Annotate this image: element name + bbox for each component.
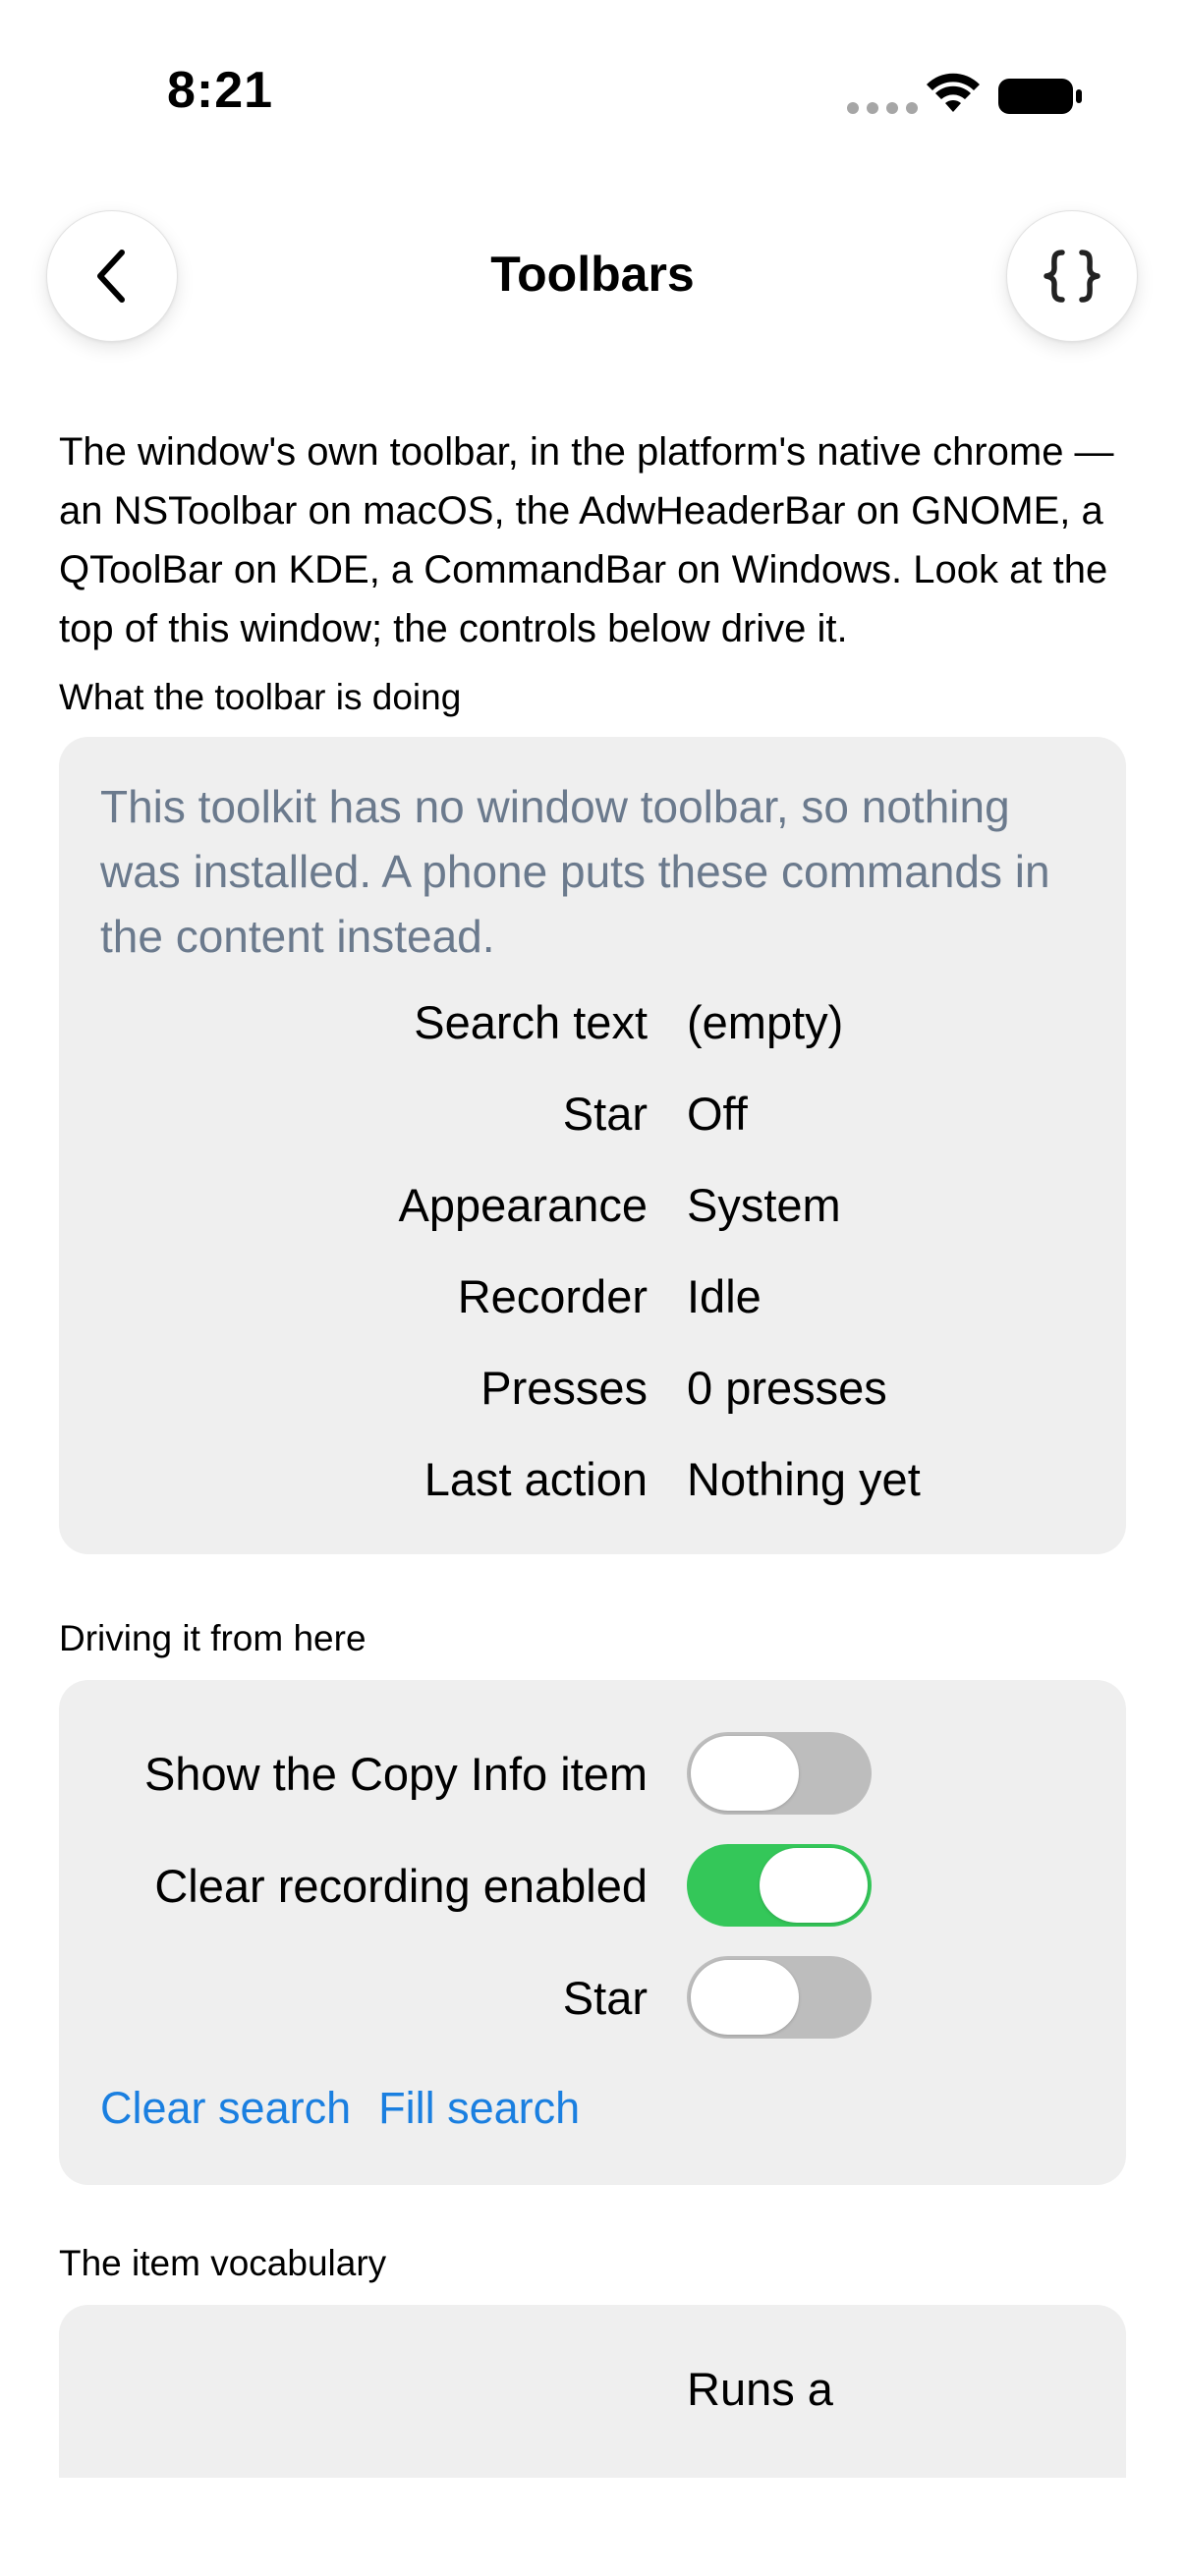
copy-info-switch[interactable] [687, 1732, 872, 1815]
wifi-icon [927, 73, 980, 112]
fill-search-link[interactable]: Fill search [378, 2083, 580, 2134]
status-key: Recorder [457, 1270, 648, 1322]
intro-text: The window's own toolbar, in the platfor… [59, 430, 1114, 650]
status-key: Star [562, 1088, 648, 1140]
status-card: This toolkit has no window toolbar, so n… [59, 737, 1126, 1554]
cellular-signal-icon [847, 102, 918, 114]
code-button[interactable] [1006, 210, 1138, 342]
toggle-row-copy-info: Show the Copy Info item [100, 1717, 1085, 1829]
status-section-label: What the toolbar is doing [59, 677, 462, 717]
controls-section-label: Driving it from here [59, 1618, 367, 1658]
toggle-row-star: Star [100, 1941, 1085, 2053]
vocab-key [100, 2362, 687, 2416]
battery-icon [998, 79, 1082, 114]
status-bar: 8:21 [0, 0, 1185, 187]
clear-recording-switch[interactable] [687, 1844, 872, 1927]
content-scroll[interactable]: The window's own toolbar, in the platfor… [59, 422, 1126, 2478]
status-value: Idle [687, 1270, 762, 1322]
status-value: Off [687, 1088, 748, 1140]
vocab-value: Runs a [687, 2363, 833, 2415]
status-key: Appearance [398, 1179, 648, 1231]
status-key: Presses [480, 1362, 648, 1414]
toggle-label: Clear recording enabled [154, 1859, 648, 1912]
braces-icon [1044, 250, 1100, 303]
star-switch[interactable] [687, 1956, 872, 2039]
clear-search-link[interactable]: Clear search [100, 2083, 351, 2134]
status-row-recorder: Recorder Idle [100, 1251, 1085, 1342]
status-row-search-text: Search text (empty) [100, 977, 1085, 1068]
status-message: This toolkit has no window toolbar, so n… [100, 781, 1050, 962]
status-key: Last action [423, 1453, 648, 1505]
status-time: 8:21 [167, 62, 274, 119]
status-row-last-action: Last action Nothing yet [100, 1433, 1085, 1525]
toggle-label: Show the Copy Info item [143, 1747, 648, 1800]
vocab-row: Runs a [100, 2362, 1085, 2416]
status-row-star: Star Off [100, 1068, 1085, 1159]
status-value: System [687, 1179, 841, 1231]
search-actions: Clear search Fill search [100, 2083, 1085, 2134]
status-value: 0 presses [687, 1362, 887, 1414]
controls-card: Show the Copy Info item Clear recording … [59, 1680, 1126, 2185]
status-value: (empty) [687, 996, 844, 1048]
status-row-presses: Presses 0 presses [100, 1342, 1085, 1433]
status-key: Search text [414, 996, 648, 1048]
status-row-appearance: Appearance System [100, 1159, 1085, 1251]
toggle-label: Star [562, 1971, 648, 2024]
vocab-section-label: The item vocabulary [59, 2243, 387, 2283]
toggle-row-clear-recording: Clear recording enabled [100, 1829, 1085, 1941]
status-value: Nothing yet [687, 1453, 921, 1505]
vocab-card: Runs a [59, 2305, 1126, 2478]
